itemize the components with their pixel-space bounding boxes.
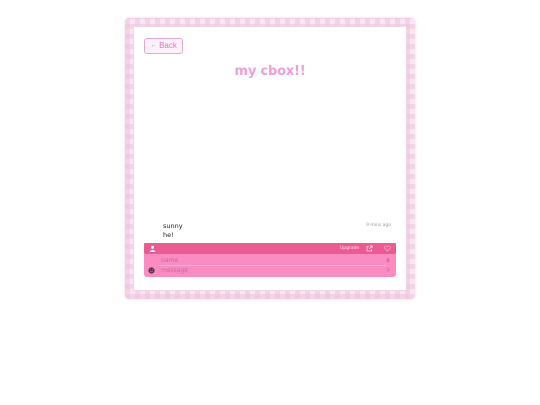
upgrade-link[interactable]: Upgrade [340, 245, 359, 252]
arrow-left-icon: ← [150, 42, 158, 49]
heart-icon[interactable] [384, 245, 391, 252]
name-input[interactable] [159, 256, 371, 265]
back-button-label: Back [159, 41, 177, 50]
chat-toolbar: Upgrade [144, 243, 396, 254]
message-text: he! [163, 231, 174, 239]
bell-icon[interactable] [385, 257, 391, 263]
send-icon[interactable] [385, 267, 391, 273]
emoji-icon[interactable] [148, 267, 155, 274]
external-link-icon[interactable] [366, 245, 373, 252]
message-timestamp: 9 mins ago [366, 223, 391, 228]
list-item: sunny he! 9 mins ago [144, 222, 396, 242]
message-author: sunny [163, 222, 183, 230]
user-icon[interactable] [149, 245, 156, 252]
back-button[interactable]: ← Back [144, 38, 183, 54]
message-input[interactable] [159, 266, 371, 275]
message-form [144, 254, 396, 277]
message-list[interactable]: sunny he! 9 mins ago [144, 82, 396, 243]
page-title: my cbox!! [234, 64, 306, 79]
